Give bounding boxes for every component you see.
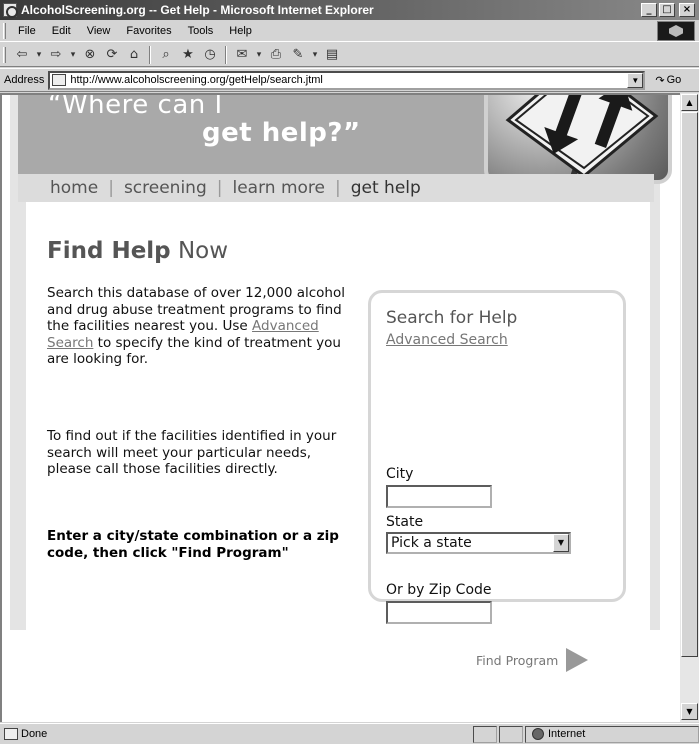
state-select[interactable]: Pick a state ▼ (386, 532, 571, 554)
favorites-icon[interactable]: ★ (178, 46, 198, 64)
window-controls: _ □ × (641, 3, 695, 17)
vertical-scrollbar[interactable]: ▲ ▼ (680, 93, 699, 722)
nav-separator: | (216, 178, 223, 198)
page-title: Find Help Now (47, 238, 228, 264)
mail-icon[interactable]: ✉ (232, 46, 252, 64)
toolbar-separator (225, 45, 227, 64)
status-text: Done (21, 728, 48, 740)
forward-icon[interactable]: ⇨ (46, 46, 66, 64)
zip-label: Or by Zip Code (386, 582, 492, 598)
nav-home[interactable]: home (50, 178, 98, 198)
play-arrow-icon (566, 648, 589, 672)
nav-learn-more[interactable]: learn more (232, 178, 325, 198)
menu-favorites[interactable]: Favorites (118, 25, 179, 37)
find-program-button[interactable]: Find Program (476, 648, 589, 672)
find-program-label: Find Program (476, 652, 559, 668)
mail-dropdown-icon[interactable]: ▾ (254, 46, 264, 64)
close-button[interactable]: × (679, 3, 695, 17)
state-label: State (386, 514, 424, 530)
security-zone: Internet (525, 725, 699, 743)
page-status-icon (4, 728, 18, 740)
window-title: AlcoholScreening.org -- Get Help - Micro… (21, 3, 374, 17)
menu-tools[interactable]: Tools (180, 25, 222, 37)
go-label: Go (666, 74, 682, 86)
slogan-line-1: “Where can I (48, 93, 223, 120)
site-nav: home | screening | learn more | get help (18, 174, 654, 202)
toolbar-grip[interactable] (3, 22, 6, 39)
stop-icon[interactable]: ⊗ (80, 46, 100, 64)
search-title: Search for Help (386, 308, 518, 328)
go-arrow-icon: ↷ (655, 74, 665, 87)
print-icon[interactable]: ⎙ (266, 46, 286, 64)
intro-paragraph: Search this database of over 12,000 alco… (47, 285, 352, 368)
scroll-down-icon[interactable]: ▼ (681, 703, 698, 720)
address-label: Address (4, 74, 45, 86)
back-dropdown-icon[interactable]: ▾ (34, 46, 44, 64)
scroll-up-icon[interactable]: ▲ (681, 94, 698, 111)
scroll-thumb[interactable] (681, 112, 698, 657)
forward-dropdown-icon[interactable]: ▾ (68, 46, 78, 64)
state-select-value: Pick a state (391, 535, 472, 551)
zone-label: Internet (548, 728, 586, 740)
search-advanced-link[interactable]: Advanced Search (386, 332, 508, 348)
address-url[interactable]: http://www.alcoholscreening.org/getHelp/… (70, 74, 323, 86)
history-icon[interactable]: ◷ (200, 46, 220, 64)
page-title-rest: Now (170, 238, 229, 264)
status-cell (499, 725, 523, 743)
nav-separator: | (108, 178, 114, 198)
menu-file[interactable]: File (10, 25, 44, 37)
address-dropdown-icon[interactable]: ▼ (627, 72, 644, 88)
minimize-button[interactable]: _ (641, 3, 657, 17)
edit-icon[interactable]: ✎ (288, 46, 308, 64)
address-input[interactable]: http://www.alcoholscreening.org/getHelp/… (48, 70, 646, 90)
page-icon (52, 74, 67, 86)
menu-help[interactable]: Help (221, 25, 260, 37)
web-page: “Where can I get help?” home | screening… (2, 95, 680, 722)
status-bar: Done Internet (0, 723, 699, 744)
toolbar-grip[interactable] (3, 46, 6, 63)
globe-icon (532, 728, 544, 740)
title-bar: AlcoholScreening.org -- Get Help - Micro… (0, 0, 699, 20)
windows-logo-icon (657, 21, 695, 41)
city-label: City (386, 466, 414, 482)
back-icon[interactable]: ⇦ (12, 46, 32, 64)
page-title-bold: Find Help (47, 238, 171, 264)
nav-separator: | (335, 178, 341, 198)
toolbar-separator (149, 45, 151, 64)
ie-icon (3, 3, 18, 18)
discuss-icon[interactable]: ▤ (322, 46, 342, 64)
search-icon[interactable]: ⌕ (156, 46, 176, 64)
zip-input[interactable] (386, 601, 492, 624)
standard-toolbar: ⇦ ▾ ⇨ ▾ ⊗ ⟳ ⌂ ⌕ ★ ◷ ✉ ▾ ⎙ ✎ ▾ ▤ (0, 43, 699, 67)
menu-view[interactable]: View (79, 25, 119, 37)
home-icon[interactable]: ⌂ (124, 46, 144, 64)
address-bar: Address http://www.alcoholscreening.org/… (0, 68, 699, 92)
chevron-down-icon[interactable]: ▼ (553, 534, 569, 552)
go-button[interactable]: ↷ Go (655, 74, 681, 87)
page-viewport: “Where can I get help?” home | screening… (0, 93, 680, 722)
maximize-button[interactable]: □ (659, 3, 675, 17)
status-cell (473, 725, 497, 743)
instructions-text: Enter a city/state combination or a zip … (47, 528, 339, 561)
nav-get-help[interactable]: get help (351, 178, 421, 198)
city-input[interactable] (386, 485, 492, 508)
call-facilities-paragraph: To find out if the facilities identified… (47, 428, 337, 477)
nav-screening[interactable]: screening (124, 178, 207, 198)
edit-dropdown-icon[interactable]: ▾ (310, 46, 320, 64)
refresh-icon[interactable]: ⟳ (102, 46, 122, 64)
road-sign-image (484, 95, 672, 184)
menu-edit[interactable]: Edit (44, 25, 79, 37)
slogan-line-2: get help?” (202, 118, 361, 148)
menu-bar: File Edit View Favorites Tools Help (0, 20, 699, 42)
